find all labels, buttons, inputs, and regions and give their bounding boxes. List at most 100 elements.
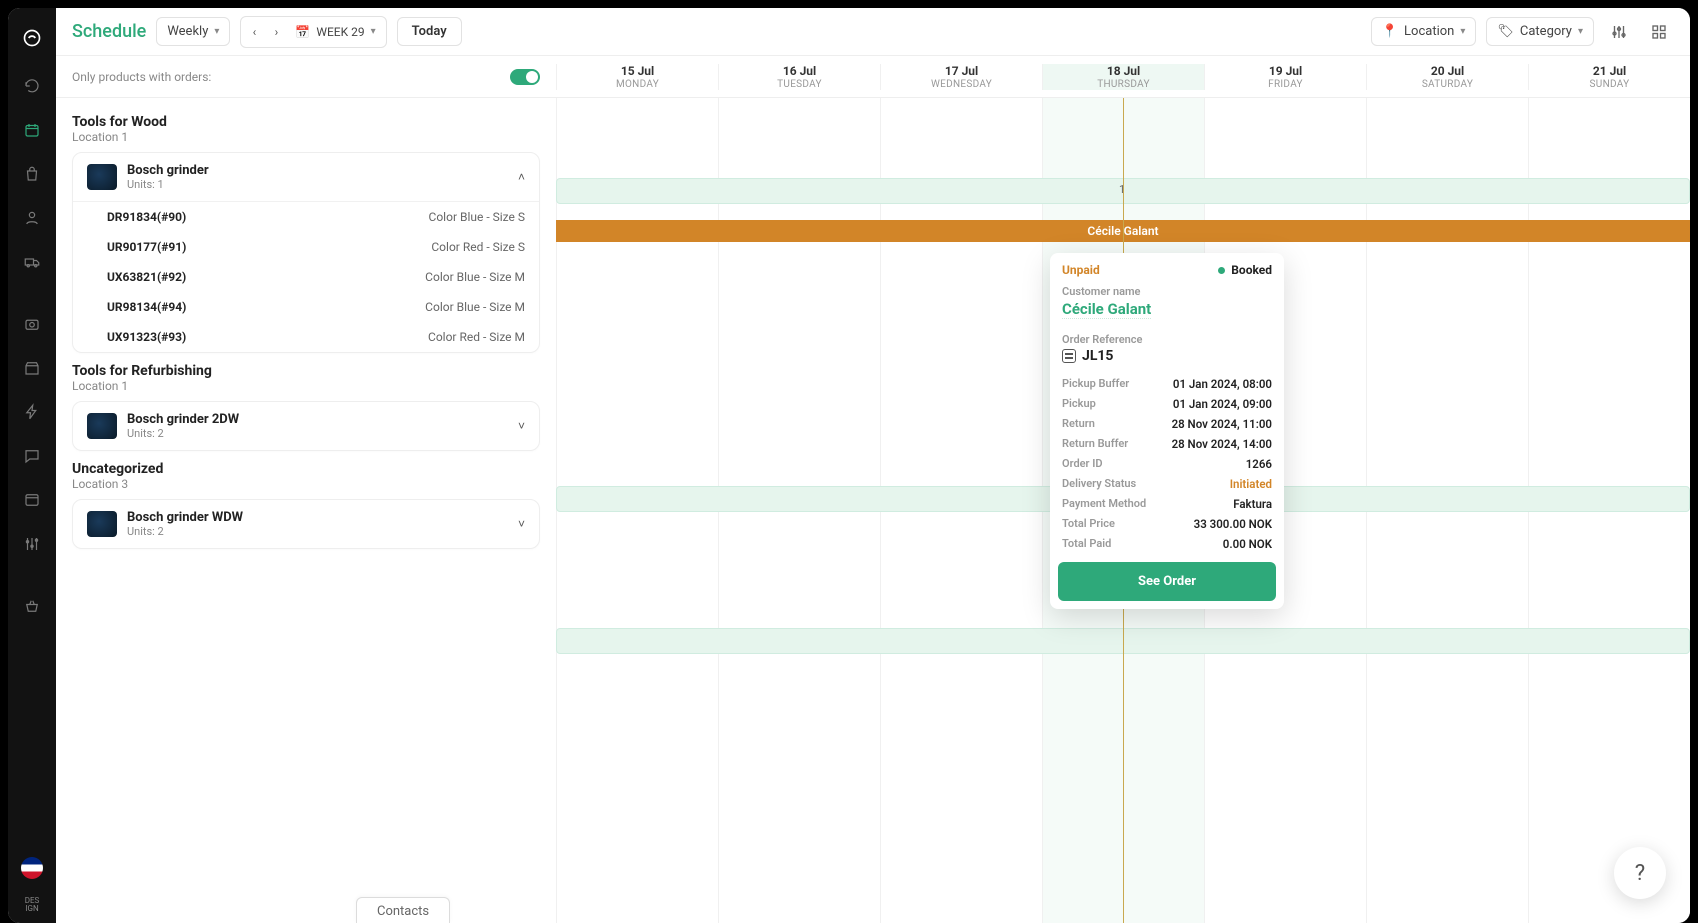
nav-shop-icon[interactable] [16, 352, 48, 384]
product-card-header[interactable]: Bosch grinder Units: 1 ˄ [73, 153, 539, 201]
day-column-header[interactable]: 21 JulSUNDAY [1528, 64, 1690, 90]
popup-row: Pickup Buffer 01 Jan 2024, 08:00 [1050, 374, 1284, 394]
day-name: SUNDAY [1590, 79, 1630, 90]
sidebar: DESIGN [8, 8, 56, 923]
prev-week-button[interactable]: ‹ [243, 19, 265, 45]
nav-refresh-icon[interactable] [16, 70, 48, 102]
variant-row[interactable]: UR98134(#94) Color Blue - Size M [73, 292, 539, 322]
popup-row-key: Order ID [1062, 457, 1103, 471]
category-filter[interactable]: 🏷 Category ▾ [1486, 17, 1594, 46]
popup-row: Delivery Status Initiated [1050, 474, 1284, 494]
week-navigator: ‹ › 📅 WEEK 29 ▾ [240, 16, 386, 48]
next-week-button[interactable]: › [265, 19, 287, 45]
only-products-toggle[interactable] [510, 69, 540, 85]
day-column-header[interactable]: 20 JulSATURDAY [1366, 64, 1528, 90]
chevron-down-icon: ˅ [518, 517, 525, 531]
group-location: Location 1 [72, 130, 540, 144]
nav-camera-icon[interactable] [16, 308, 48, 340]
product-card-header[interactable]: Bosch grinder 2DW Units: 2 ˅ [73, 402, 539, 450]
payment-badge: Unpaid [1062, 263, 1100, 277]
day-name: TUESDAY [777, 79, 822, 90]
popup-row: Order ID 1266 [1050, 454, 1284, 474]
contacts-tab[interactable]: Contacts [356, 897, 450, 923]
filter-settings-button[interactable] [1604, 17, 1634, 47]
popup-row-key: Pickup [1062, 397, 1096, 411]
nav-user-icon[interactable] [16, 202, 48, 234]
nav-window-icon[interactable] [16, 484, 48, 516]
day-column-header[interactable]: 17 JulWEDNESDAY [880, 64, 1042, 90]
customer-name-label: Customer name [1062, 285, 1272, 298]
popup-row-key: Payment Method [1062, 497, 1146, 511]
popup-row-value: 1266 [1246, 457, 1272, 471]
day-column-header[interactable]: 18 JulTHURSDAY [1042, 64, 1204, 90]
variant-id: UR98134(#94) [107, 300, 186, 314]
only-products-label: Only products with orders: [72, 70, 211, 84]
customer-name-link[interactable]: Cécile Galant [1062, 300, 1151, 319]
variant-id: DR91834(#90) [107, 210, 186, 224]
popup-row-value: 0.00 NOK [1223, 537, 1272, 551]
day-date: 19 Jul [1269, 64, 1302, 78]
chevron-up-icon: ˄ [518, 170, 525, 184]
day-date: 20 Jul [1431, 64, 1464, 78]
nav-bolt-icon[interactable] [16, 396, 48, 428]
help-button[interactable]: ? [1614, 847, 1666, 899]
today-button[interactable]: Today [397, 17, 462, 46]
popup-row: Return 28 Nov 2024, 11:00 [1050, 414, 1284, 434]
day-date: 17 Jul [945, 64, 978, 78]
variant-row[interactable]: UX91323(#93) Color Red - Size M [73, 322, 539, 352]
day-date: 16 Jul [783, 64, 816, 78]
variant-row[interactable]: UR90177(#91) Color Red - Size S [73, 232, 539, 262]
grid-view-button[interactable] [1644, 17, 1674, 47]
nav-basket-icon[interactable] [16, 590, 48, 622]
chevron-down-icon: ▾ [371, 26, 376, 37]
day-name: THURSDAY [1097, 79, 1150, 90]
variant-attr: Color Blue - Size M [425, 270, 525, 284]
day-date: 18 Jul [1107, 64, 1140, 78]
nav-truck-icon[interactable] [16, 246, 48, 278]
location-filter[interactable]: 📍 Location ▾ [1371, 17, 1477, 46]
nav-schedule-icon[interactable] [16, 114, 48, 146]
see-order-button[interactable]: See Order [1058, 562, 1276, 601]
view-mode-dropdown[interactable]: Weekly ▾ [156, 17, 230, 46]
order-popup: Unpaid Booked Customer name Cécile Galan… [1050, 253, 1284, 609]
variant-row[interactable]: DR91834(#90) Color Blue - Size S [73, 202, 539, 232]
variant-id: UX63821(#92) [107, 270, 186, 284]
variant-attr: Color Blue - Size S [429, 210, 525, 224]
popup-row-value: Faktura [1233, 497, 1272, 511]
product-thumb [87, 413, 117, 439]
product-card-header[interactable]: Bosch grinder WDW Units: 2 ˅ [73, 500, 539, 548]
group-title: Tools for Refurbishing [72, 363, 540, 379]
popup-row-value: 28 Nov 2024, 11:00 [1172, 417, 1272, 431]
day-column-header[interactable]: 19 JulFRIDAY [1204, 64, 1366, 90]
tag-icon: 🏷 [1497, 24, 1514, 39]
product-name: Bosch grinder [127, 163, 209, 178]
popup-row-key: Return [1062, 417, 1095, 431]
popup-row-key: Delivery Status [1062, 477, 1136, 491]
popup-row: Payment Method Faktura [1050, 494, 1284, 514]
variant-row[interactable]: UX63821(#92) Color Blue - Size M [73, 262, 539, 292]
product-name: Bosch grinder 2DW [127, 412, 239, 427]
category-label: Category [1520, 24, 1572, 39]
week-picker[interactable]: 📅 WEEK 29 ▾ [287, 25, 383, 39]
topbar: Schedule Weekly ▾ ‹ › 📅 WEEK 29 ▾ Today … [56, 8, 1690, 56]
variant-attr: Color Blue - Size M [425, 300, 525, 314]
variant-list: DR91834(#90) Color Blue - Size S UR90177… [73, 201, 539, 352]
product-card: Bosch grinder Units: 1 ˄ DR91834(#90) Co… [72, 152, 540, 353]
filter-row: Only products with orders: 15 JulMONDAY1… [56, 56, 1690, 98]
logo-icon[interactable] [16, 22, 48, 54]
calendar-icon: 📅 [295, 25, 310, 39]
nav-chat-icon[interactable] [16, 440, 48, 472]
pin-icon: 📍 [1382, 24, 1398, 39]
nav-sliders-icon[interactable] [16, 528, 48, 560]
day-column-header[interactable]: 15 JulMONDAY [556, 64, 718, 90]
popup-row: Pickup 01 Jan 2024, 09:00 [1050, 394, 1284, 414]
day-date: 15 Jul [621, 64, 654, 78]
nav-bag-icon[interactable] [16, 158, 48, 190]
language-flag-icon[interactable] [21, 857, 43, 879]
day-name: WEDNESDAY [931, 79, 992, 90]
day-date: 21 Jul [1593, 64, 1626, 78]
product-thumb [87, 511, 117, 537]
week-label: WEEK 29 [316, 25, 364, 39]
day-column-header[interactable]: 16 JulTUESDAY [718, 64, 880, 90]
product-units: Units: 1 [127, 178, 209, 191]
